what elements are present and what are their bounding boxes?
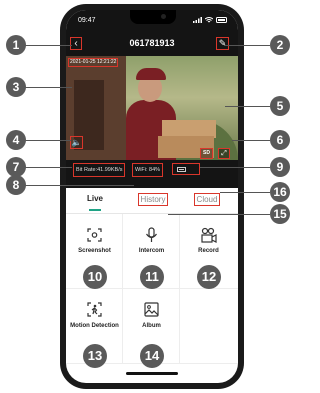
- callout-5: 5: [270, 96, 290, 116]
- pencil-icon[interactable]: ✎: [216, 37, 229, 50]
- video-timestamp: 2021-01-25 12:21:22: [68, 58, 119, 67]
- empty-grid-cell: [180, 289, 238, 364]
- motion-detection-label: Motion Detection: [70, 323, 119, 329]
- wifi-status-icon: [205, 17, 213, 23]
- title-bar: ‹ 061781913 ✎: [66, 36, 238, 52]
- video-person-cap: [136, 68, 166, 80]
- status-icons: [193, 17, 228, 23]
- battery-icon: [177, 167, 186, 172]
- tab-history[interactable]: History: [138, 193, 168, 206]
- callout-1: 1: [6, 35, 26, 55]
- signal-icon: [193, 17, 202, 23]
- screenshot-label: Screenshot: [78, 248, 111, 254]
- leader-line-3: [24, 87, 72, 88]
- callout-7: 7: [6, 157, 26, 177]
- bit-rate-readout: Bit Rate:41.99KB/s: [73, 163, 126, 177]
- leader-line-7: [24, 167, 72, 168]
- callout-12: 12: [197, 265, 221, 289]
- record-label: Record: [198, 248, 219, 254]
- sd-quality-button[interactable]: SD: [200, 148, 213, 159]
- leader-line-16: [220, 192, 270, 193]
- callout-6: 6: [270, 130, 290, 150]
- leader-line-8: [24, 185, 134, 186]
- callout-11: 11: [140, 265, 164, 289]
- callout-16: 16: [270, 182, 290, 202]
- fullscreen-icon[interactable]: ⤢: [218, 148, 230, 159]
- callout-10: 10: [83, 265, 107, 289]
- status-bar: 09:47: [78, 14, 228, 26]
- leader-line-1: [24, 45, 72, 46]
- callout-4: 4: [6, 130, 26, 150]
- speaker-mute-icon[interactable]: 🔈: [70, 136, 83, 149]
- app-screen: 09:47 ‹ 061781913 ✎ 2021-01-25 12:21:22 …: [66, 10, 238, 383]
- home-indicator: [126, 372, 178, 375]
- screenshot-icon: [87, 228, 102, 242]
- leader-line-5: [225, 106, 270, 107]
- callout-15: 15: [270, 204, 290, 224]
- callout-8: 8: [6, 175, 26, 195]
- device-name: 061781913: [129, 38, 175, 48]
- tab-live[interactable]: Live: [82, 194, 108, 203]
- back-arrow-icon[interactable]: ‹: [70, 37, 82, 50]
- battery-fill: [179, 169, 184, 170]
- status-time: 09:47: [78, 16, 96, 24]
- callout-14: 14: [140, 344, 164, 368]
- callout-3: 3: [6, 77, 26, 97]
- callout-13: 13: [83, 344, 107, 368]
- motion-detection-icon: [87, 302, 102, 317]
- album-label: Album: [142, 323, 161, 329]
- microphone-icon: [146, 227, 157, 242]
- leader-line-2: [224, 45, 270, 46]
- live-video-view[interactable]: 2021-01-25 12:21:22 🔈 SD ⤢: [66, 56, 238, 160]
- record-camera-icon: [201, 227, 217, 243]
- tab-bar: Live History Cloud: [66, 188, 238, 214]
- intercom-label: Intercom: [138, 248, 165, 254]
- info-bar: Bit Rate:41.99KB/s WiFi: 84%: [66, 162, 238, 180]
- callout-9: 9: [270, 157, 290, 177]
- leader-line-9: [200, 167, 270, 168]
- feature-grid: Screenshot Intercom Record Motion Detect…: [66, 214, 238, 364]
- leader-line-15: [168, 214, 270, 215]
- battery-indicator: [172, 163, 200, 175]
- battery-status-icon: [216, 17, 227, 23]
- tab-cloud[interactable]: Cloud: [194, 193, 220, 206]
- callout-2: 2: [270, 35, 290, 55]
- wifi-signal-readout: WiFi: 84%: [132, 163, 164, 177]
- album-icon: [144, 302, 159, 317]
- leader-line-6: [232, 140, 270, 141]
- active-tab-indicator: [89, 209, 101, 211]
- leader-line-4: [24, 140, 71, 141]
